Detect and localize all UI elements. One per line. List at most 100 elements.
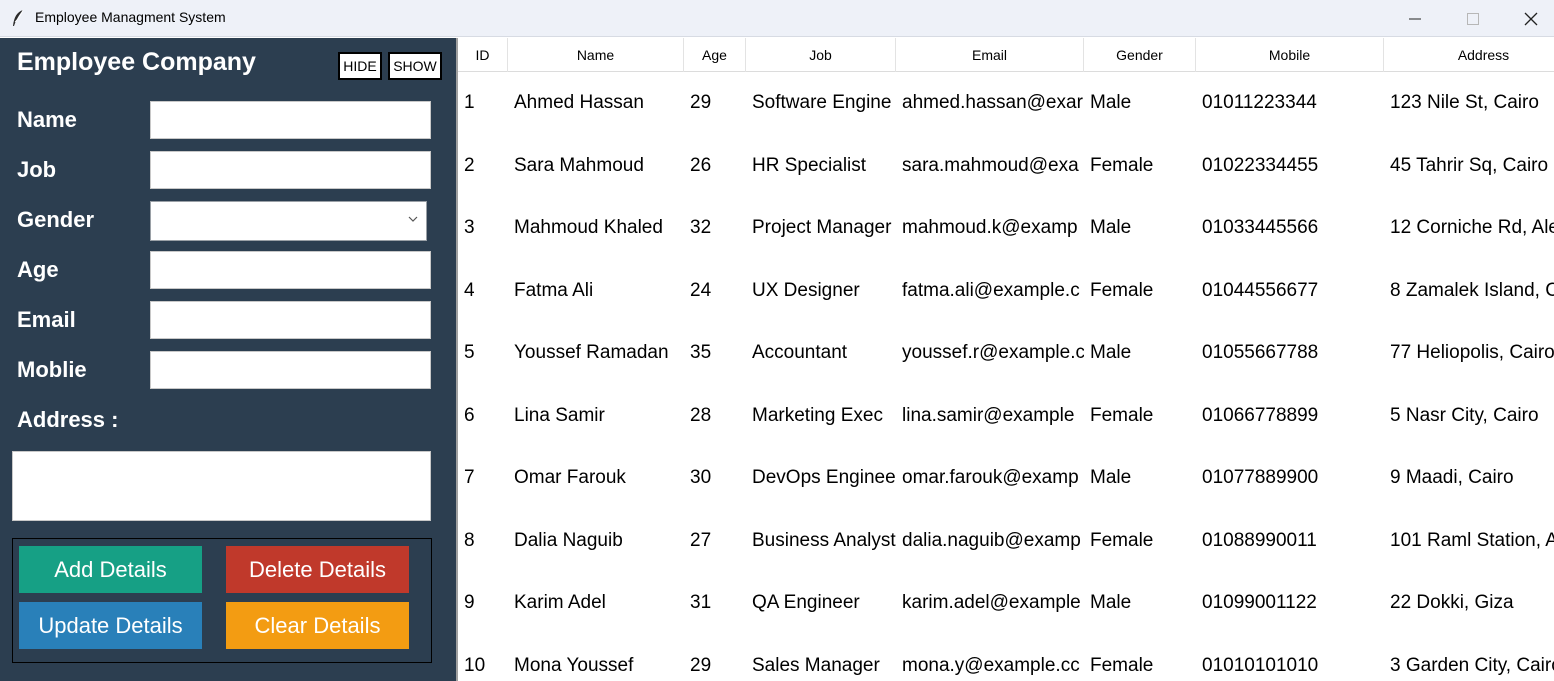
action-buttons-frame: Add Details Delete Details Update Detail… bbox=[12, 538, 432, 663]
table-cell-gender: Female bbox=[1090, 279, 1154, 301]
table-cell-name: Omar Farouk bbox=[514, 467, 626, 488]
email-label: Email bbox=[17, 307, 76, 332]
hide-button[interactable]: HIDE bbox=[338, 52, 382, 80]
minimize-icon bbox=[1409, 18, 1421, 19]
close-button[interactable] bbox=[1502, 0, 1554, 37]
table-cell-address: 22 Dokki, Giza bbox=[1390, 592, 1514, 613]
table-cell-email: fatma.ali@example.c bbox=[902, 279, 1080, 301]
table-row[interactable]: 9 Karim Adel 31 QA Engineer karim.adel@examp… bbox=[458, 572, 1554, 634]
table-cell-email: mahmoud.k@examp bbox=[902, 217, 1078, 238]
table-cell-name: Mahmoud Khaled bbox=[514, 217, 663, 238]
table-cell-age: 29 bbox=[690, 92, 712, 113]
table-cell-id: 1 bbox=[464, 92, 475, 113]
table-cell-address: 101 Raml Station, A bbox=[1390, 529, 1554, 551]
delete-details-button[interactable]: Delete Details bbox=[226, 546, 409, 593]
table-cell-id: 7 bbox=[464, 467, 475, 488]
column-header-age[interactable]: Age bbox=[684, 38, 746, 72]
gender-select[interactable] bbox=[150, 201, 427, 241]
table-row[interactable]: 5 Youssef Ramadan 35 Accountant youssef.r@ex… bbox=[458, 322, 1554, 384]
table-cell-gender: Female bbox=[1090, 654, 1154, 676]
table-cell-name: Mona Youssef bbox=[514, 654, 634, 676]
table-cell-id: 3 bbox=[464, 217, 475, 238]
table-cell-mobile: 01011223344 bbox=[1202, 92, 1317, 113]
mobile-label: Moblie bbox=[17, 357, 87, 382]
column-header-email[interactable]: Email bbox=[896, 38, 1084, 72]
update-details-button[interactable]: Update Details bbox=[19, 602, 202, 649]
column-header-address[interactable]: Address bbox=[1384, 38, 1554, 72]
table-row[interactable]: 3 Mahmoud Khaled 32 Project Manager mahmoud.… bbox=[458, 197, 1554, 259]
table-row[interactable]: 4 Fatma Ali 24 UX Designer fatma.ali@example… bbox=[458, 260, 1554, 322]
window-title: Employee Managment System bbox=[35, 9, 226, 25]
table-cell-address: 8 Zamalek Island, C bbox=[1390, 279, 1554, 301]
table-cell-gender: Female bbox=[1090, 154, 1154, 176]
table-cell-email: youssef.r@example.c bbox=[902, 342, 1084, 363]
address-textarea[interactable] bbox=[12, 451, 431, 521]
table-row[interactable]: 1 Ahmed Hassan 29 Software Engine ahmed.hass… bbox=[458, 72, 1554, 134]
company-title: Employee Company bbox=[17, 48, 256, 76]
table-cell-address: 77 Heliopolis, Cairo bbox=[1390, 342, 1554, 363]
age-input[interactable] bbox=[150, 251, 431, 289]
table-cell-address: 3 Garden City, Cairo bbox=[1390, 654, 1554, 676]
table-cell-mobile: 01033445566 bbox=[1202, 217, 1319, 238]
age-label: Age bbox=[17, 257, 59, 282]
employee-table[interactable]: ID Name Age Job Email Gender Mobile Address 1 Ah… bbox=[456, 38, 1554, 681]
table-cell-email: mona.y@example.cc bbox=[902, 654, 1080, 676]
mobile-input[interactable] bbox=[150, 351, 431, 389]
table-cell-email: omar.farouk@examp bbox=[902, 467, 1079, 488]
table-cell-id: 4 bbox=[464, 279, 475, 301]
table-cell-job: Marketing Exec bbox=[752, 404, 883, 426]
table-row[interactable]: 10 Mona Youssef 29 Sales Manager mona.y@exam… bbox=[458, 635, 1554, 681]
table-cell-gender: Male bbox=[1090, 217, 1132, 238]
name-label: Name bbox=[17, 107, 77, 132]
table-cell-id: 10 bbox=[464, 654, 486, 676]
column-header-job[interactable]: Job bbox=[746, 38, 896, 72]
column-header-name[interactable]: Name bbox=[508, 38, 684, 72]
table-cell-age: 31 bbox=[690, 592, 712, 613]
table-row[interactable]: 8 Dalia Naguib 27 Business Analyst dalia.nag… bbox=[458, 510, 1554, 572]
table-cell-age: 30 bbox=[690, 467, 712, 488]
table-cell-age: 24 bbox=[690, 279, 712, 301]
form-panel: Employee Company HIDE SHOW Name Job Gend… bbox=[0, 38, 456, 681]
table-row[interactable]: 2 Sara Mahmoud 26 HR Specialist sara.mahmoud… bbox=[458, 135, 1554, 197]
table-cell-mobile: 01055667788 bbox=[1202, 342, 1319, 363]
table-cell-job: Sales Manager bbox=[752, 654, 880, 676]
clear-details-button[interactable]: Clear Details bbox=[226, 602, 409, 649]
minimize-button[interactable] bbox=[1386, 0, 1444, 37]
name-input[interactable] bbox=[150, 101, 431, 139]
table-cell-mobile: 01077889900 bbox=[1202, 467, 1319, 488]
table-cell-job: Business Analyst bbox=[752, 529, 896, 551]
table-cell-age: 29 bbox=[690, 654, 712, 676]
table-cell-job: Software Engine bbox=[752, 92, 892, 113]
table-cell-job: HR Specialist bbox=[752, 154, 867, 176]
add-details-button[interactable]: Add Details bbox=[19, 546, 202, 593]
table-cell-job: Accountant bbox=[752, 342, 848, 363]
table-cell-email: dalia.naguib@examp bbox=[902, 529, 1081, 551]
table-cell-email: sara.mahmoud@exa bbox=[902, 154, 1079, 176]
table-cell-name: Sara Mahmoud bbox=[514, 154, 644, 176]
table-cell-job: UX Designer bbox=[752, 279, 860, 301]
table-row[interactable]: 7 Omar Farouk 30 DevOps Enginee omar.farouk@… bbox=[458, 447, 1554, 509]
email-input[interactable] bbox=[150, 301, 431, 339]
table-cell-gender: Female bbox=[1090, 529, 1154, 551]
table-cell-job: Project Manager bbox=[752, 217, 892, 238]
column-header-gender[interactable]: Gender bbox=[1084, 38, 1196, 72]
feather-icon bbox=[13, 9, 24, 26]
table-cell-gender: Female bbox=[1090, 404, 1154, 426]
table-cell-gender: Male bbox=[1090, 342, 1132, 363]
table-cell-mobile: 01099001122 bbox=[1202, 592, 1317, 613]
table-row[interactable]: 6 Lina Samir 28 Marketing Exec lina.samir@ex… bbox=[458, 385, 1554, 447]
column-header-id[interactable]: ID bbox=[458, 38, 508, 72]
job-input[interactable] bbox=[150, 151, 431, 189]
table-cell-age: 27 bbox=[690, 529, 712, 551]
maximize-button[interactable] bbox=[1444, 0, 1502, 37]
table-cell-gender: Male bbox=[1090, 592, 1132, 613]
table-cell-mobile: 01022334455 bbox=[1202, 154, 1319, 176]
column-header-mobile[interactable]: Mobile bbox=[1196, 38, 1384, 72]
table-cell-name: Youssef Ramadan bbox=[514, 342, 669, 363]
show-button[interactable]: SHOW bbox=[388, 52, 442, 80]
table-cell-mobile: 01088990011 bbox=[1202, 529, 1317, 551]
close-icon bbox=[1524, 12, 1538, 25]
table-cell-email: karim.adel@example bbox=[902, 592, 1081, 613]
table-cell-id: 5 bbox=[464, 342, 475, 363]
window-titlebar: Employee Managment System bbox=[0, 0, 1554, 37]
